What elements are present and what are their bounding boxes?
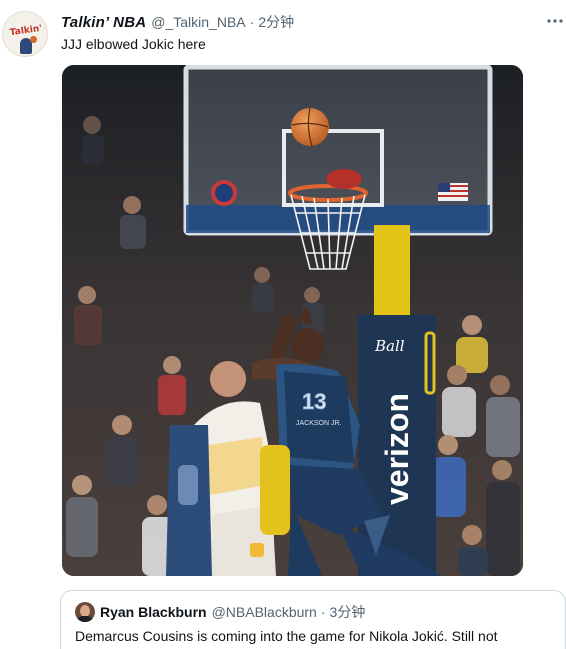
tweet-timestamp[interactable]: 2分钟: [258, 12, 294, 32]
quoted-tweet-header: Ryan Blackburn @NBABlackburn · 3分钟: [100, 602, 365, 622]
more-dots-graphic: [547, 19, 563, 23]
separator-dot: ·: [249, 14, 255, 30]
basketball-scene: Ball verizon 13 JACKSON JR.: [62, 65, 523, 576]
red-camera-bag: [326, 169, 362, 189]
verizon-sponsor-text: verizon: [379, 393, 415, 505]
author-avatar[interactable]: Talkin': [2, 11, 48, 57]
tweet-media-video[interactable]: Ball verizon 13 JACKSON JR.: [62, 65, 523, 576]
tweet-text: JJJ elbowed Jokic here: [61, 36, 206, 52]
quoted-avatar-body: [77, 616, 93, 622]
backboard-padding: [186, 205, 490, 233]
tweet-header: Talkin’ NBA @_Talkin_NBA · 2分钟: [61, 12, 294, 32]
grizzlies-player-left: [166, 425, 212, 576]
tweet[interactable]: Talkin' Talkin’ NBA @_Talkin_NBA · 2分钟 J…: [0, 0, 566, 649]
quoted-author-handle[interactable]: @NBABlackburn: [212, 604, 317, 620]
quoted-author-avatar[interactable]: [75, 602, 95, 622]
author-handle[interactable]: @_Talkin_NBA: [151, 14, 245, 30]
ball-sponsor-text: Ball: [374, 337, 405, 355]
quoted-tweet[interactable]: Ryan Blackburn @NBABlackburn · 3分钟 Demar…: [60, 590, 566, 649]
avatar-text: Talkin': [9, 23, 43, 39]
quoted-tweet-text: Demarcus Cousins is coming into the game…: [75, 628, 498, 644]
avatar-ball: [30, 36, 37, 43]
quoted-tweet-timestamp[interactable]: 3分钟: [330, 602, 366, 622]
jersey-number-text: 13: [302, 389, 326, 414]
quoted-separator-dot: ·: [320, 604, 326, 620]
more-horizontal-icon[interactable]: [544, 10, 566, 32]
jersey-name-text: JACKSON JR.: [296, 420, 342, 427]
quoted-author-display-name[interactable]: Ryan Blackburn: [100, 604, 207, 620]
author-display-name[interactable]: Talkin’ NBA: [61, 14, 146, 31]
yellow-shirt-person: [260, 445, 290, 535]
